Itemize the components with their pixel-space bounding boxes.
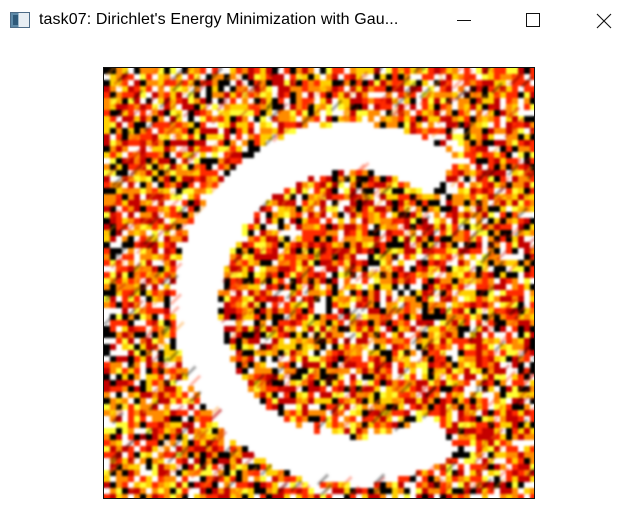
maximize-button[interactable] [511, 0, 557, 42]
close-icon [596, 13, 612, 29]
noise-texture-render [104, 68, 534, 498]
app-window: task07: Dirichlet's Energy Minimization … [0, 0, 640, 521]
app-window-icon [10, 12, 30, 28]
render-viewport[interactable] [103, 67, 535, 499]
title-bar[interactable]: task07: Dirichlet's Energy Minimization … [0, 0, 640, 42]
window-title: task07: Dirichlet's Energy Minimization … [39, 11, 399, 28]
maximize-icon [526, 13, 540, 27]
minimize-button[interactable] [441, 0, 487, 42]
minimize-icon [457, 20, 471, 21]
close-button[interactable] [581, 0, 627, 42]
